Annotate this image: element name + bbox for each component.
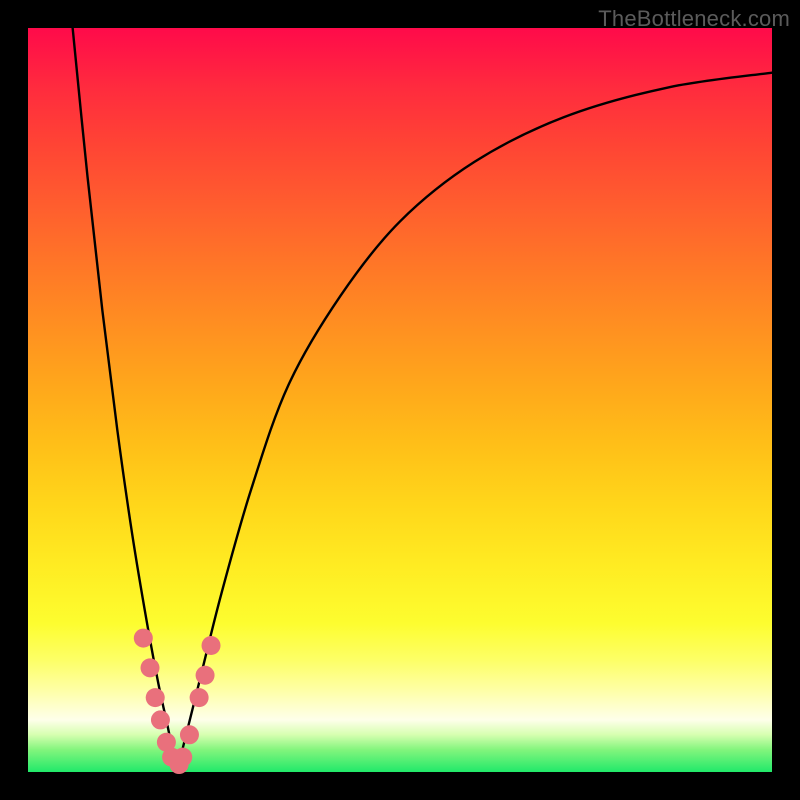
marker-group — [134, 629, 221, 774]
data-marker — [141, 658, 160, 677]
data-marker — [202, 636, 221, 655]
curve-left-branch — [73, 28, 177, 772]
curve-right-branch — [177, 73, 772, 772]
data-marker — [180, 725, 199, 744]
data-marker — [196, 666, 215, 685]
watermark-text: TheBottleneck.com — [598, 6, 790, 32]
data-marker — [146, 688, 165, 707]
data-marker — [134, 629, 153, 648]
chart-frame: TheBottleneck.com — [0, 0, 800, 800]
data-marker — [151, 710, 170, 729]
series-group — [73, 28, 772, 772]
plot-area — [28, 28, 772, 772]
chart-svg — [28, 28, 772, 772]
data-marker — [190, 688, 209, 707]
data-marker — [173, 748, 192, 767]
